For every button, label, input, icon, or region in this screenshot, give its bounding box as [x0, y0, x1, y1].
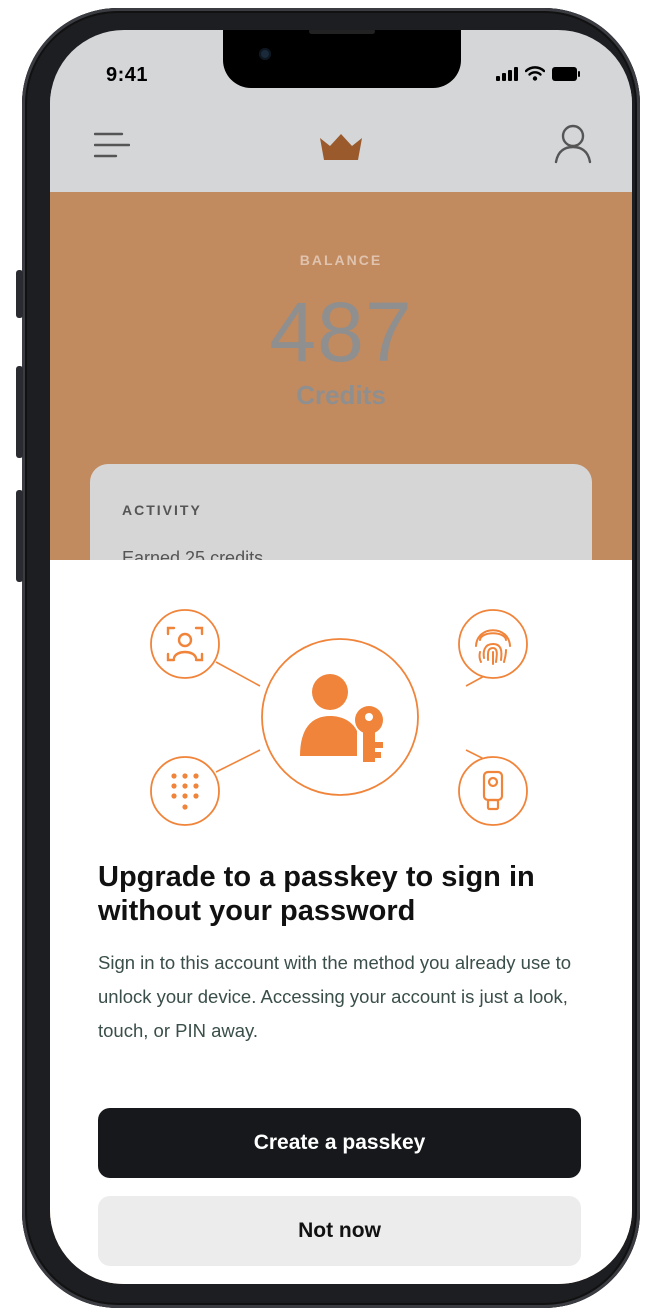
wifi-icon	[525, 66, 545, 81]
create-passkey-button[interactable]: Create a passkey	[98, 1108, 581, 1178]
crown-icon	[320, 134, 362, 160]
notch	[223, 30, 461, 88]
sheet-title: Upgrade to a passkey to sign in without …	[98, 861, 535, 927]
balance-value: 487	[269, 285, 413, 379]
profile-icon[interactable]	[554, 124, 592, 164]
not-now-button[interactable]: Not now	[98, 1196, 581, 1266]
app-header	[50, 90, 632, 192]
sheet-description: Sign in to this account with the method …	[98, 952, 572, 1041]
menu-icon[interactable]	[94, 132, 130, 158]
passkey-sheet: Upgrade to a passkey to sign in without …	[50, 560, 632, 1284]
screen: 9:41 BALANCE 487 Credits ACTIVITY Earned…	[50, 30, 632, 1284]
volume-up-button	[16, 366, 23, 458]
passkey-illustration	[150, 609, 528, 826]
activity-title: ACTIVITY	[122, 502, 202, 518]
volume-down-button	[16, 490, 23, 582]
status-icons	[496, 66, 580, 81]
camera	[259, 48, 271, 60]
balance-label: BALANCE	[299, 252, 383, 268]
mute-switch	[16, 270, 23, 318]
speaker	[309, 30, 375, 34]
status-time: 9:41	[106, 64, 149, 86]
balance-unit: Credits	[296, 380, 386, 410]
battery-icon	[552, 66, 580, 81]
signal-icon	[496, 66, 518, 81]
